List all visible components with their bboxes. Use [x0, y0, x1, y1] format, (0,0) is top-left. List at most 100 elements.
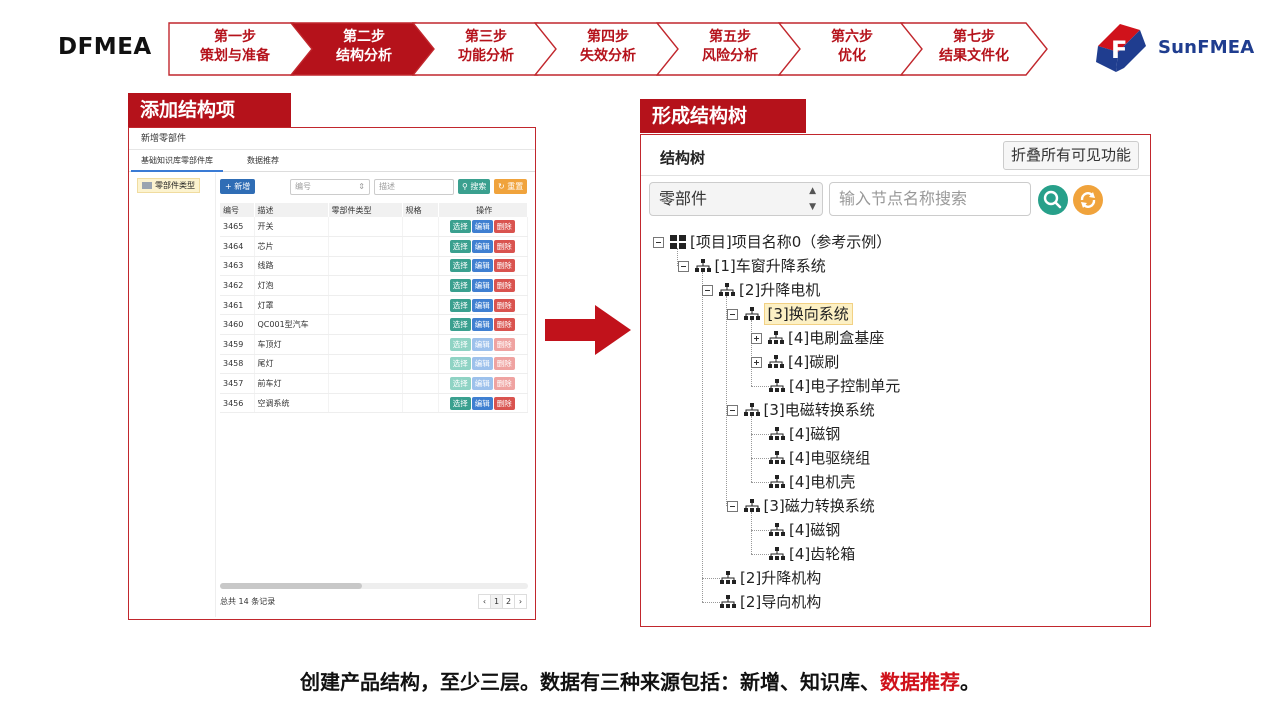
table-row[interactable]: 3465 开关 选择 编辑 删除: [220, 217, 528, 238]
delete-button[interactable]: 删除: [493, 337, 515, 351]
select-button[interactable]: 选择: [449, 279, 471, 293]
edit-button[interactable]: 编辑: [471, 259, 493, 273]
scrollbar-thumb[interactable]: [220, 583, 362, 589]
tree-node[interactable]: [4]电驱绕组: [769, 446, 870, 470]
divider: [641, 175, 1150, 176]
search-button[interactable]: [1038, 185, 1068, 215]
refresh-button[interactable]: [1073, 185, 1103, 215]
select-button[interactable]: 选择: [449, 377, 471, 391]
delete-button[interactable]: 删除: [493, 377, 515, 391]
step-name: 策划与准备: [200, 48, 270, 64]
table-row[interactable]: 3462 灯泡 选择 编辑 删除: [220, 275, 528, 296]
select-button[interactable]: 选择: [449, 337, 471, 351]
edit-button[interactable]: 编辑: [471, 279, 493, 293]
collapse-icon[interactable]: [653, 237, 664, 248]
select-button[interactable]: 选择: [449, 396, 471, 410]
caption-text: 创建产品结构，至少三层。数据有三种来源包括：新增、知识库、: [300, 670, 880, 694]
tree-node[interactable]: [3]换向系统: [726, 302, 853, 326]
edit-button[interactable]: 编辑: [471, 239, 493, 253]
edit-button[interactable]: 编辑: [471, 377, 493, 391]
table-row[interactable]: 3464 芯片 选择 编辑 删除: [220, 236, 528, 257]
node-type-value: 零部件: [659, 189, 708, 208]
desc-input[interactable]: 描述: [374, 179, 454, 195]
delete-button[interactable]: 删除: [493, 396, 515, 410]
horizontal-scrollbar[interactable]: [220, 583, 528, 589]
tree-node[interactable]: [2]升降电机: [702, 278, 820, 302]
delete-button[interactable]: 删除: [493, 220, 515, 234]
node-search-input[interactable]: 输入节点名称搜索: [829, 182, 1031, 216]
tree-node[interactable]: [4]电刷盒基座: [751, 326, 884, 350]
table-row[interactable]: 3457 前车灯 选择 编辑 删除: [220, 373, 528, 394]
table-row[interactable]: 3463 线路 选择 编辑 删除: [220, 256, 528, 277]
tree-connector: [750, 554, 769, 555]
delete-button[interactable]: 删除: [493, 318, 515, 332]
step-number: 第四步: [587, 29, 629, 45]
table-row[interactable]: 3461 灯罩 选择 编辑 删除: [220, 295, 528, 316]
expand-icon[interactable]: [751, 333, 762, 344]
edit-button[interactable]: 编辑: [471, 220, 493, 234]
edit-button[interactable]: 编辑: [471, 298, 493, 312]
table-row[interactable]: 3459 车顶灯 选择 编辑 删除: [220, 334, 528, 355]
tree-node[interactable]: [3]磁力转换系统: [726, 494, 875, 518]
collapse-icon[interactable]: [726, 309, 738, 320]
delete-button[interactable]: 删除: [493, 298, 515, 312]
select-button[interactable]: 选择: [449, 220, 471, 234]
edit-button[interactable]: 编辑: [471, 396, 493, 410]
tree-node[interactable]: [4]碳刷: [751, 350, 839, 374]
collapse-icon[interactable]: [702, 285, 713, 296]
tree-node[interactable]: [2]导向机构: [720, 590, 821, 614]
table-row[interactable]: 3456 空调系统 选择 编辑 删除: [220, 393, 528, 414]
tree-node[interactable]: [4]齿轮箱: [769, 542, 855, 566]
tab-data-recommend[interactable]: 数据推荐: [237, 150, 289, 172]
tab-knowledge-library[interactable]: 基础知识库零部件库: [131, 150, 223, 172]
code-select[interactable]: 编号 ⇕: [290, 179, 370, 195]
edit-button[interactable]: 编辑: [471, 357, 493, 371]
step-name: 风险分析: [702, 48, 758, 64]
delete-button[interactable]: 删除: [493, 357, 515, 371]
step-7[interactable]: 第七步 结果文件化: [900, 22, 1048, 76]
select-button[interactable]: 选择: [449, 239, 471, 253]
delete-button[interactable]: 删除: [493, 259, 515, 273]
tree-node[interactable]: [4]磁钢: [769, 422, 840, 446]
cell-spec: [402, 295, 439, 316]
collapse-icon[interactable]: [726, 405, 738, 416]
tree-node[interactable]: [4]电机壳: [769, 470, 855, 494]
cell-code: 3460: [220, 314, 255, 336]
tree-node[interactable]: [1]车窗升降系统: [677, 254, 826, 278]
collapse-all-button[interactable]: 折叠所有可见功能: [1002, 141, 1139, 170]
cell-actions: 选择 编辑 删除: [438, 373, 528, 394]
table-row[interactable]: 3458 尾灯 选择 编辑 删除: [220, 354, 528, 375]
tree-node[interactable]: [4]电子控制单元: [769, 374, 900, 398]
delete-button[interactable]: 删除: [493, 239, 515, 253]
edit-button[interactable]: 编辑: [471, 318, 493, 332]
edit-button[interactable]: 编辑: [471, 337, 493, 351]
table-row[interactable]: 3460 QC001型汽车 选择 编辑 删除: [220, 314, 528, 336]
collapse-icon[interactable]: [677, 261, 689, 272]
cell-type: [328, 354, 403, 375]
next-page-button[interactable]: ›: [514, 594, 527, 609]
tree-node-label: [2]导向机构: [740, 593, 822, 611]
cell-actions: 选择 编辑 删除: [438, 236, 528, 257]
hierarchy-icon: [769, 473, 789, 491]
collapse-icon[interactable]: [726, 501, 738, 512]
tree-item-part-type[interactable]: 零部件类型: [137, 178, 200, 193]
cell-code: 3464: [220, 236, 255, 257]
tree-node[interactable]: [2]升降机构: [720, 566, 821, 590]
expand-icon[interactable]: [751, 357, 762, 368]
hierarchy-icon: [694, 257, 715, 275]
code-select-placeholder: 编号: [295, 182, 311, 191]
new-part-button[interactable]: + 新增: [220, 179, 256, 194]
tree-node[interactable]: [3]电磁转换系统: [726, 398, 875, 422]
reset-button[interactable]: ↻ 重置: [494, 179, 528, 194]
tree-node[interactable]: [4]磁钢: [769, 518, 840, 542]
node-type-select[interactable]: 零部件 ▲ ▼: [649, 182, 823, 216]
tree-node[interactable]: [项目]项目名称0（参考示例）: [653, 230, 891, 254]
select-button[interactable]: 选择: [449, 298, 471, 312]
table-header-row: 编号 描述 零部件类型 规格 操作: [220, 203, 528, 217]
delete-button[interactable]: 删除: [493, 279, 515, 293]
select-button[interactable]: 选择: [449, 259, 471, 273]
search-button[interactable]: ⚲ 搜索: [458, 179, 491, 194]
select-button[interactable]: 选择: [449, 318, 471, 332]
select-button[interactable]: 选择: [449, 357, 471, 371]
cell-spec: [402, 373, 439, 394]
